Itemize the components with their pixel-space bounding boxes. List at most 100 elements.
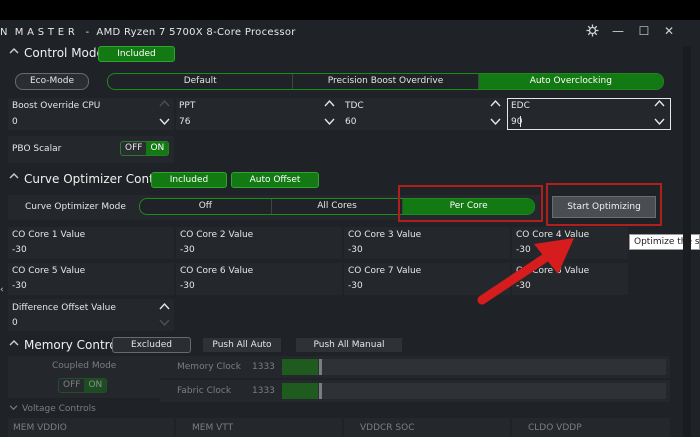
field-label: EDC: [511, 101, 530, 111]
memory-clock-label: Memory Clock: [177, 362, 241, 372]
vertical-scrollbar[interactable]: [683, 46, 691, 437]
memory-clock-slider-handle[interactable]: [319, 359, 322, 375]
co-mode-all-cores-tab[interactable]: All Cores: [272, 199, 404, 214]
co-core-5-field[interactable]: CO Core 5 Value -30: [8, 263, 174, 295]
pbo-scalar-row: PBO Scalar OFF ON: [8, 136, 174, 163]
field-value: -30: [12, 245, 27, 255]
memory-control-excluded-badge[interactable]: Excluded: [112, 337, 191, 353]
field-value: 0: [12, 318, 18, 328]
window-title: N M A S T E R - AMD Ryzen 7 5700X 8-Core…: [0, 27, 296, 38]
cldo-vddp-field[interactable]: CLDO VDDP: [512, 418, 670, 437]
push-all-auto-button[interactable]: Push All Auto: [203, 338, 281, 352]
fabric-clock-label: Fabric Clock: [177, 386, 232, 396]
start-optimizing-highlight: [546, 183, 662, 226]
decrement-arrow-icon[interactable]: [654, 118, 665, 129]
coupled-mode-toggle[interactable]: OFF ON: [58, 378, 108, 393]
text-cursor: [520, 116, 521, 127]
toggle-off: OFF: [125, 143, 143, 153]
vddcr-soc-field[interactable]: VDDCR SOC: [344, 418, 510, 437]
curve-optimizer-included-badge[interactable]: Included: [151, 172, 227, 188]
control-mode-included-badge[interactable]: Included: [98, 46, 175, 62]
field-value: -30: [348, 281, 363, 291]
field-label: CLDO VDDP: [528, 423, 582, 433]
field-label: CO Core 6 Value: [180, 266, 254, 276]
field-label: CO Core 1 Value: [12, 230, 86, 240]
memory-control-chevron-icon[interactable]: [9, 339, 19, 350]
pbo-scalar-toggle[interactable]: OFF ON: [120, 141, 170, 156]
field-label: CO Core 5 Value: [12, 266, 86, 276]
increment-arrow-icon[interactable]: [159, 99, 170, 110]
co-mode-off-tab[interactable]: Off: [140, 199, 272, 214]
auto-offset-badge[interactable]: Auto Offset: [231, 172, 319, 188]
field-label: CO Core 3 Value: [348, 230, 422, 240]
curve-optimizer-mode-label: Curve Optimizer Mode: [25, 202, 126, 212]
push-all-manual-button[interactable]: Push All Manual: [296, 338, 402, 352]
memory-clock-row: Memory Clock 1333: [160, 356, 670, 378]
ppt-field[interactable]: PPT 76: [176, 98, 342, 130]
co-core-2-field[interactable]: CO Core 2 Value -30: [176, 227, 342, 259]
fabric-clock-slider[interactable]: [282, 383, 666, 399]
toggle-on: ON: [146, 142, 169, 155]
gear-icon: [586, 24, 598, 37]
tdc-field[interactable]: TDC 60: [342, 98, 508, 130]
settings-icon[interactable]: [584, 24, 600, 40]
field-value: 0: [12, 117, 18, 127]
coupled-mode-label: Coupled Mode: [52, 361, 117, 371]
per-core-highlight: [398, 185, 543, 222]
curve-optimizer-chevron-icon[interactable]: [9, 172, 19, 183]
chevron-up-icon: [9, 340, 19, 346]
field-label: CO Core 2 Value: [180, 230, 254, 240]
decrement-arrow-icon[interactable]: [159, 319, 170, 330]
control-mode-title: Control Mode: [24, 46, 104, 60]
minimize-button[interactable]: —: [610, 24, 626, 38]
coupled-mode-row: Coupled Mode OFF ON: [8, 356, 160, 398]
maximize-button[interactable]: ☐: [636, 24, 652, 38]
decrement-arrow-icon[interactable]: [324, 118, 335, 129]
annotation-arrow-icon: [477, 238, 574, 305]
chevron-up-icon: [9, 173, 19, 179]
eco-mode-button[interactable]: Eco-Mode: [15, 73, 89, 90]
pbo-scalar-label: PBO Scalar: [12, 144, 62, 154]
field-label: PPT: [179, 101, 196, 111]
voltage-controls-chevron-icon[interactable]: [9, 404, 18, 414]
decrement-arrow-icon[interactable]: [159, 118, 170, 129]
scroll-left-icon[interactable]: ‹: [0, 285, 4, 295]
toggle-off: OFF: [63, 380, 81, 390]
edc-field[interactable]: EDC 90: [507, 98, 671, 130]
co-core-6-field[interactable]: CO Core 6 Value -30: [176, 263, 342, 295]
mode-auto-overclocking-tab[interactable]: Auto Overclocking: [478, 74, 663, 89]
mode-pbo-tab[interactable]: Precision Boost Overdrive: [293, 74, 479, 89]
field-label: Difference Offset Value: [12, 303, 116, 313]
memory-clock-value: 1333: [252, 362, 275, 372]
memory-clock-slider[interactable]: [282, 359, 666, 375]
fabric-clock-value: 1333: [252, 386, 275, 396]
field-value: -30: [180, 281, 195, 291]
increment-arrow-icon[interactable]: [654, 99, 665, 110]
field-value: -30: [12, 281, 27, 291]
toggle-on: ON: [84, 379, 107, 392]
mode-default-tab[interactable]: Default: [108, 74, 294, 89]
chevron-down-icon: [9, 405, 18, 411]
mem-vddio-field[interactable]: MEM VDDIO: [8, 418, 174, 437]
mem-vtt-field[interactable]: MEM VTT: [176, 418, 342, 437]
increment-arrow-icon[interactable]: [159, 302, 170, 313]
field-value: 60: [345, 117, 357, 127]
field-label: MEM VTT: [192, 423, 234, 433]
increment-arrow-icon[interactable]: [324, 99, 335, 110]
field-label: CO Core 7 Value: [348, 266, 422, 276]
field-value: -30: [348, 245, 363, 255]
control-mode-chevron-icon[interactable]: [9, 47, 19, 58]
memory-clock-slider-fill: [282, 359, 318, 375]
close-button[interactable]: ✕: [661, 24, 677, 38]
field-label: TDC: [345, 101, 364, 111]
fabric-clock-slider-handle[interactable]: [319, 383, 322, 399]
field-label: Boost Override CPU: [12, 101, 101, 111]
field-value: -30: [180, 245, 195, 255]
difference-offset-field[interactable]: Difference Offset Value 0: [8, 299, 174, 331]
decrement-arrow-icon[interactable]: [490, 118, 501, 129]
co-core-1-field[interactable]: CO Core 1 Value -30: [8, 227, 174, 259]
curve-optimizer-title: Curve Optimizer Control: [24, 172, 170, 186]
boost-override-field[interactable]: Boost Override CPU 0: [8, 98, 174, 130]
increment-arrow-icon[interactable]: [490, 99, 501, 110]
top-strip: [0, 0, 700, 20]
